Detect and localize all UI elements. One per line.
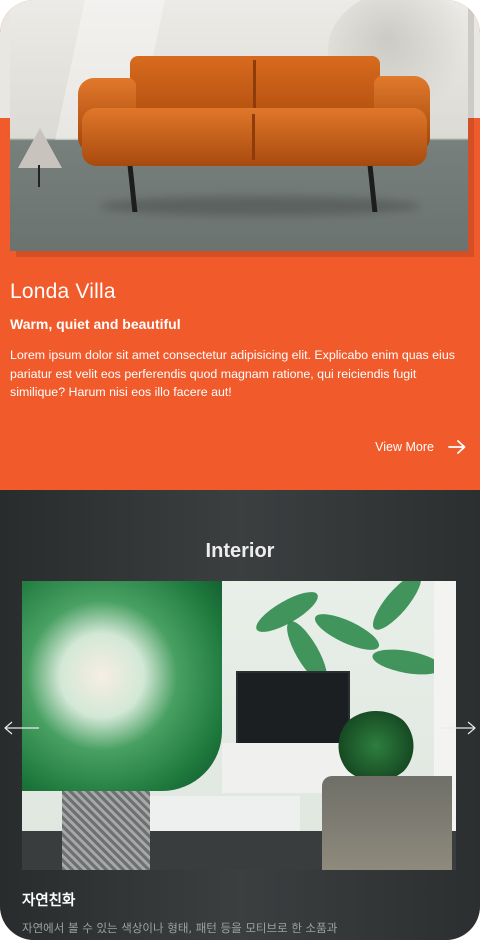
- floor-lamp-shade: [18, 128, 62, 168]
- floor-lamp-stand: [38, 165, 40, 187]
- slide-description: 자연에서 볼 수 있는 색상이나 형태, 패턴 등을 모티브로 한 소품과: [22, 921, 338, 935]
- television: [236, 671, 350, 745]
- armchair: [322, 776, 452, 870]
- chevron-left-icon[interactable]: [4, 721, 40, 735]
- wallpaper-leaf: [370, 645, 444, 679]
- hero-description: Lorem ipsum dolor sit amet consectetur a…: [10, 348, 455, 399]
- view-more-link[interactable]: View More: [375, 440, 466, 454]
- hero-subtitle: Warm, quiet and beautiful: [10, 316, 181, 332]
- wallpaper-leaf: [310, 607, 384, 657]
- hero-section: Londa Villa Warm, quiet and beautiful Lo…: [0, 0, 480, 490]
- interior-section-title: Interior: [205, 540, 275, 562]
- view-more-label: View More: [375, 440, 434, 454]
- glitter-lamp-base: [62, 791, 150, 870]
- potted-plant: [336, 711, 416, 781]
- arrow-right-icon: [448, 440, 466, 454]
- hero-sofa-image: [10, 0, 468, 251]
- sofa-seat: [82, 108, 427, 166]
- hero-title: Londa Villa: [10, 280, 116, 303]
- leaf-lampshade: [22, 581, 222, 791]
- interior-section: Interior 자연친화 자연에서 볼 수 있는 색상이나 형태, 패턴 등을…: [0, 490, 480, 940]
- interior-slide-image[interactable]: [22, 581, 456, 870]
- sofa-backrest: [130, 56, 380, 116]
- slide-title: 자연친화: [22, 893, 76, 909]
- coffee-table: [150, 796, 300, 831]
- wallpaper-leaf: [366, 581, 428, 636]
- page-frame: Londa Villa Warm, quiet and beautiful Lo…: [0, 0, 480, 940]
- chevron-right-icon[interactable]: [440, 721, 476, 735]
